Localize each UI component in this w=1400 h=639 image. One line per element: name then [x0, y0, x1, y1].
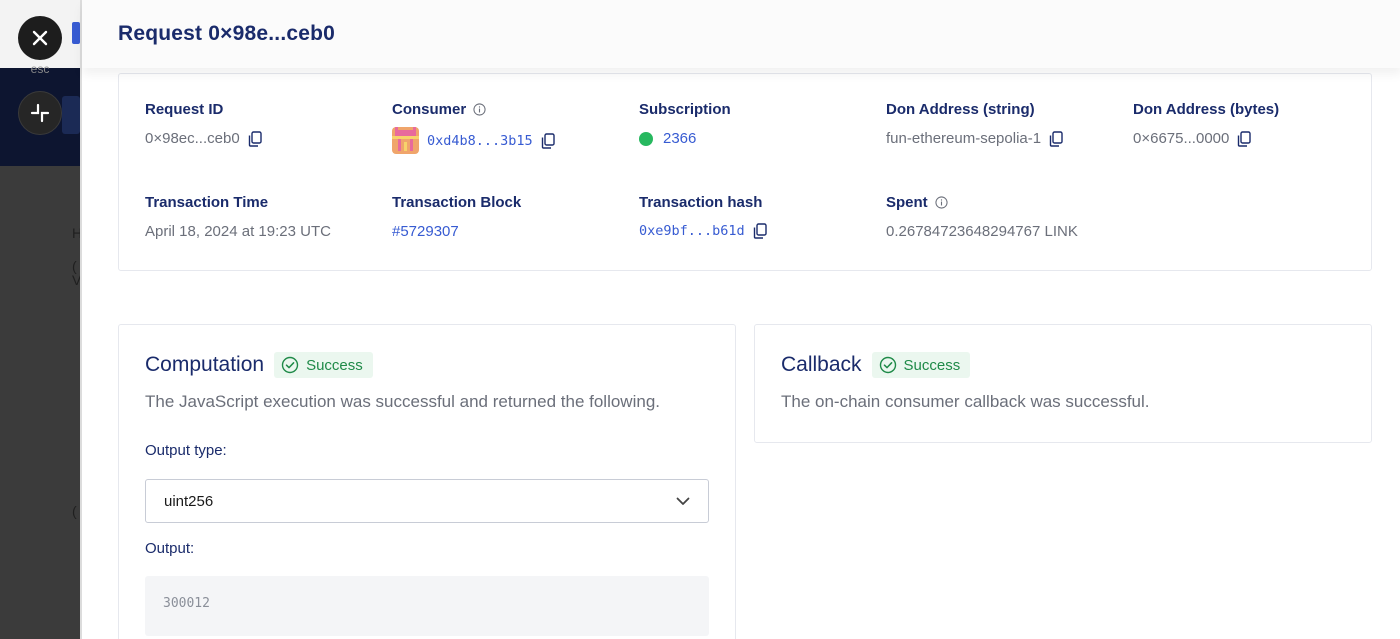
- output-type-value: uint256: [164, 492, 214, 510]
- callback-title: Callback: [781, 353, 862, 376]
- output-type-label: Output type:: [145, 442, 227, 459]
- consumer-address-link[interactable]: 0xd4b8...3b15: [427, 133, 533, 149]
- close-button[interactable]: [18, 16, 62, 60]
- transaction-block-label: Transaction Block: [392, 194, 522, 211]
- status-dot: [639, 131, 653, 146]
- transaction-time-value: April 18, 2024 at 19:23 UTC: [145, 223, 331, 240]
- field-label: Spent: [886, 194, 1078, 211]
- avatar: [392, 127, 419, 154]
- field-subscription: Subscription 2366: [639, 101, 731, 147]
- spent-value: 0.26784723648294767 LINK: [886, 223, 1078, 240]
- transaction-hash-link[interactable]: 0xe9bf...b61d: [639, 223, 745, 239]
- close-icon: [32, 30, 48, 46]
- field-transaction-hash: Transaction hash 0xe9bf...b61d: [639, 194, 767, 239]
- field-value-row: 0×98ec...ceb0: [145, 130, 262, 147]
- callback-description: The on-chain consumer callback was succe…: [781, 392, 1150, 411]
- field-value-row: fun-ethereum-sepolia-1: [886, 130, 1063, 147]
- info-icon[interactable]: [473, 103, 486, 116]
- esc-label: esc: [30, 62, 50, 76]
- status-badge: Success: [871, 352, 971, 378]
- minimize-button[interactable]: [18, 91, 62, 135]
- minimize-icon: [30, 103, 50, 123]
- field-don-address-bytes: Don Address (bytes) 0×6675...0000: [1133, 101, 1279, 147]
- request-id-value: 0×98ec...ceb0: [145, 130, 240, 147]
- info-icon[interactable]: [935, 196, 948, 209]
- copy-icon[interactable]: [248, 130, 262, 147]
- field-value-row: 0×6675...0000: [1133, 130, 1279, 147]
- background-text-fragment: (: [72, 503, 77, 519]
- check-circle-icon: [879, 356, 896, 374]
- field-transaction-block: Transaction Block #5729307: [392, 194, 521, 240]
- computation-description: The JavaScript execution was successful …: [145, 392, 660, 411]
- callback-card: Callback Success The on-chain consumer c…: [754, 324, 1372, 443]
- consumer-label: Consumer: [392, 101, 467, 118]
- field-request-id: Request ID 0×98ec...ceb0: [145, 101, 262, 147]
- request-details-card: Request ID 0×98ec...ceb0 Consumer 0xd4b8…: [118, 73, 1372, 271]
- check-circle-icon: [281, 356, 299, 374]
- drawer-title: Request 0×98e...ceb0: [118, 22, 336, 45]
- copy-icon[interactable]: [1049, 130, 1063, 147]
- callback-header: Callback Success: [781, 352, 971, 378]
- field-consumer: Consumer 0xd4b8...3b15: [392, 101, 555, 154]
- subscription-label: Subscription: [639, 101, 731, 118]
- field-label: Consumer: [392, 101, 555, 118]
- computation-header: Computation Success: [145, 352, 373, 378]
- transaction-hash-label: Transaction hash: [639, 194, 763, 211]
- field-don-address-string: Don Address (string) fun-ethereum-sepoli…: [886, 101, 1063, 147]
- output-value: 300012: [163, 596, 210, 611]
- field-transaction-time: Transaction Time April 18, 2024 at 19:23…: [145, 194, 331, 240]
- computation-card: Computation Success The JavaScript execu…: [118, 324, 736, 639]
- output-value-box: 300012: [145, 576, 709, 636]
- don-address-bytes-value: 0×6675...0000: [1133, 130, 1230, 147]
- status-badge-label: Success: [306, 356, 363, 374]
- field-value-row: 2366: [639, 130, 731, 147]
- field-value-row: 0xe9bf...b61d: [639, 223, 767, 239]
- don-address-bytes-label: Don Address (bytes): [1133, 101, 1280, 118]
- status-badge: Success: [274, 352, 373, 378]
- output-type-select[interactable]: uint256: [145, 479, 709, 523]
- don-address-string-label: Don Address (string): [886, 101, 1035, 118]
- transaction-time-label: Transaction Time: [145, 194, 269, 211]
- drawer-header: Request 0×98e...ceb0: [82, 0, 1400, 68]
- field-spent: Spent 0.26784723648294767 LINK: [886, 194, 1078, 240]
- field-label: Request ID: [145, 101, 224, 118]
- transaction-block-link[interactable]: #5729307: [392, 223, 459, 240]
- field-value-row: #5729307: [392, 223, 521, 240]
- chevron-down-icon: [676, 497, 690, 505]
- spent-label: Spent: [886, 194, 928, 211]
- copy-icon[interactable]: [541, 132, 555, 149]
- computation-title: Computation: [145, 353, 265, 376]
- status-badge-label: Success: [903, 356, 961, 374]
- background-accent: [72, 22, 80, 44]
- request-drawer: Request 0×98e...ceb0 Request ID 0×98ec..…: [80, 0, 1400, 639]
- copy-icon[interactable]: [1237, 130, 1252, 147]
- subscription-link[interactable]: 2366: [663, 130, 696, 147]
- output-label: Output:: [145, 540, 195, 557]
- copy-icon[interactable]: [753, 223, 767, 239]
- background-nav-item: [62, 96, 80, 134]
- don-address-string-value: fun-ethereum-sepolia-1: [886, 130, 1042, 147]
- field-value-row: 0xd4b8...3b15: [392, 127, 555, 154]
